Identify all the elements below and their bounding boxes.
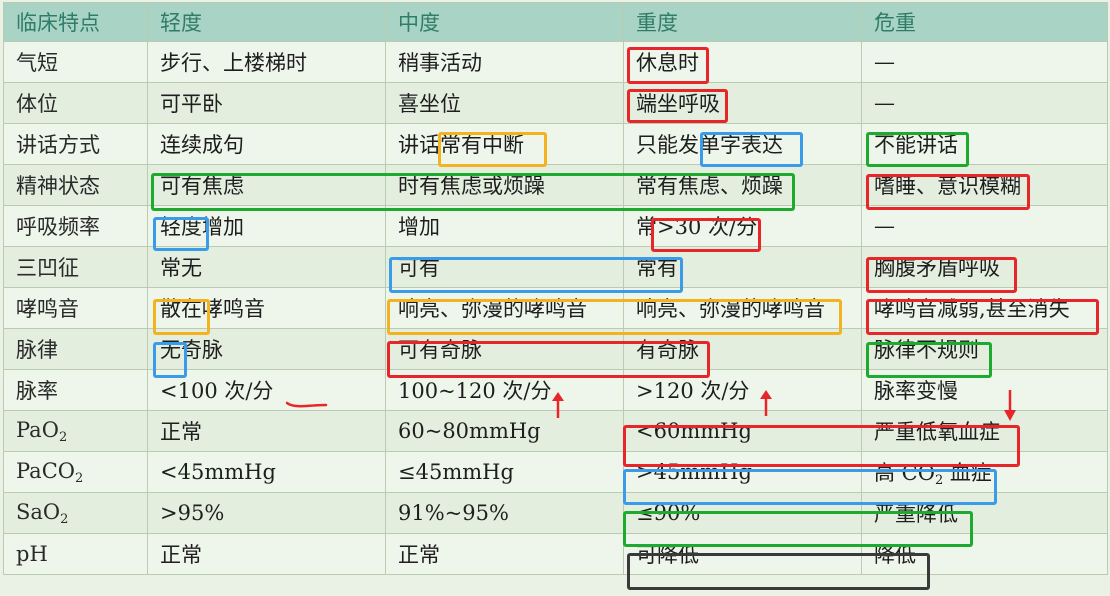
cell-mild: 连续成句 xyxy=(147,123,386,165)
cell-severe: <60mmHg xyxy=(623,410,862,452)
cell-severe: 有奇脉 xyxy=(623,328,862,370)
row-label-main: PaCO xyxy=(16,458,75,483)
cell-moderate: 可有奇脉 xyxy=(385,328,624,370)
row-label-subscript: 2 xyxy=(58,429,68,445)
critical-subscript: 2 xyxy=(934,472,944,488)
cell-severe: 常>30 次/分 xyxy=(623,205,862,247)
table-row: 哮鸣音 散在哮鸣音 响亮、弥漫的哮鸣音 响亮、弥漫的哮鸣音 哮鸣音减弱,甚至消失 xyxy=(3,287,1108,329)
asthma-severity-table-image: 临床特点 轻度 中度 重度 危重 气短 步行、上楼梯时 稍事活动 休息时 — 体… xyxy=(0,0,1110,596)
cell-moderate: 60~80mmHg xyxy=(385,410,624,452)
cell-moderate: 可有 xyxy=(385,246,624,288)
cell-mild: 常无 xyxy=(147,246,386,288)
cell-severe: 常有 xyxy=(623,246,862,288)
row-label: PaCO2 xyxy=(3,451,148,493)
row-label: 精神状态 xyxy=(3,164,148,206)
cell-moderate: 喜坐位 xyxy=(385,82,624,124)
cell-critical: 哮鸣音减弱,甚至消失 xyxy=(861,287,1108,329)
row-label: 脉率 xyxy=(3,369,148,411)
table-row: 讲话方式 连续成句 讲话常有中断 只能发单字表达 不能讲话 xyxy=(3,123,1108,165)
cell-moderate: 稍事活动 xyxy=(385,41,624,83)
cell-mild: 正常 xyxy=(147,410,386,452)
table-row: pH 正常 正常 可降低 降低 xyxy=(3,533,1108,575)
cell-critical: 严重低氧血症 xyxy=(861,410,1108,452)
cell-mild: <45mmHg xyxy=(147,451,386,493)
cell-critical: — xyxy=(861,205,1108,247)
cell-mild: 可平卧 xyxy=(147,82,386,124)
row-label: PaO2 xyxy=(3,410,148,452)
row-label: 呼吸频率 xyxy=(3,205,148,247)
table-row: PaO2 正常 60~80mmHg <60mmHg 严重低氧血症 xyxy=(3,410,1108,452)
row-label: 体位 xyxy=(3,82,148,124)
cell-mild: 轻度增加 xyxy=(147,205,386,247)
cell-critical: 脉律不规则 xyxy=(861,328,1108,370)
cell-critical: 高 CO2 血症 xyxy=(861,451,1108,493)
cell-critical: 不能讲话 xyxy=(861,123,1108,165)
cell-severe: 只能发单字表达 xyxy=(623,123,862,165)
cell-critical: — xyxy=(861,82,1108,124)
critical-post: 血症 xyxy=(943,460,992,485)
table-row: 脉率 <100 次/分 100~120 次/分 >120 次/分 脉率变慢 xyxy=(3,369,1108,411)
table-row: 体位 可平卧 喜坐位 端坐呼吸 — xyxy=(3,82,1108,124)
cell-mild: 正常 xyxy=(147,533,386,575)
row-label: 脉律 xyxy=(3,328,148,370)
cell-moderate: 91%~95% xyxy=(385,492,624,534)
row-label-subscript: 2 xyxy=(60,511,69,527)
header-mild: 轻度 xyxy=(147,2,386,42)
cell-moderate: 时有焦虑或烦躁 xyxy=(385,164,624,206)
row-label: 讲话方式 xyxy=(3,123,148,165)
table-row: 精神状态 可有焦虑 时有焦虑或烦躁 常有焦虑、烦躁 嗜睡、意识模糊 xyxy=(3,164,1108,206)
row-label: 气短 xyxy=(3,41,148,83)
cell-critical: 脉率变慢 xyxy=(861,369,1108,411)
cell-severe: 响亮、弥漫的哮鸣音 xyxy=(623,287,862,329)
row-label: 三凹征 xyxy=(3,246,148,288)
table-row: 脉律 无奇脉 可有奇脉 有奇脉 脉律不规则 xyxy=(3,328,1108,370)
table-row: SaO2 >95% 91%~95% ≤90% 严重降低 xyxy=(3,492,1108,534)
cell-critical: — xyxy=(861,41,1108,83)
cell-mild: >95% xyxy=(147,492,386,534)
cell-moderate: 讲话常有中断 xyxy=(385,123,624,165)
cell-moderate: 响亮、弥漫的哮鸣音 xyxy=(385,287,624,329)
cell-critical: 嗜睡、意识模糊 xyxy=(861,164,1108,206)
cell-severe: 休息时 xyxy=(623,41,862,83)
header-feature: 临床特点 xyxy=(3,2,148,42)
cell-moderate: ≤45mmHg xyxy=(385,451,624,493)
row-label-main: SaO xyxy=(16,499,61,524)
cell-severe: 端坐呼吸 xyxy=(623,82,862,124)
cell-critical: 胸腹矛盾呼吸 xyxy=(861,246,1108,288)
row-label-main: PaO xyxy=(16,417,59,442)
cell-mild: 散在哮鸣音 xyxy=(147,287,386,329)
cell-severe: >45mmHg xyxy=(623,451,862,493)
cell-critical: 严重降低 xyxy=(861,492,1108,534)
cell-severe: >120 次/分 xyxy=(623,369,862,411)
row-label: 哮鸣音 xyxy=(3,287,148,329)
table-row: 呼吸频率 轻度增加 增加 常>30 次/分 — xyxy=(3,205,1108,247)
cell-mild: <100 次/分 xyxy=(147,369,386,411)
row-label-subscript: 2 xyxy=(75,470,84,486)
header-severe: 重度 xyxy=(623,2,862,42)
cell-moderate: 100~120 次/分 xyxy=(385,369,624,411)
critical-pre: 高 CO xyxy=(874,460,935,485)
cell-critical: 降低 xyxy=(861,533,1108,575)
cell-mild: 可有焦虑 xyxy=(147,164,386,206)
cell-severe: 常有焦虑、烦躁 xyxy=(623,164,862,206)
cell-moderate: 增加 xyxy=(385,205,624,247)
cell-mild: 步行、上楼梯时 xyxy=(147,41,386,83)
header-row: 临床特点 轻度 中度 重度 危重 xyxy=(3,2,1108,42)
cell-mild: 无奇脉 xyxy=(147,328,386,370)
row-label: pH xyxy=(3,533,148,575)
table-row: 三凹征 常无 可有 常有 胸腹矛盾呼吸 xyxy=(3,246,1108,288)
severity-table: 临床特点 轻度 中度 重度 危重 气短 步行、上楼梯时 稍事活动 休息时 — 体… xyxy=(3,2,1108,575)
cell-severe: ≤90% xyxy=(623,492,862,534)
table-row: 气短 步行、上楼梯时 稍事活动 休息时 — xyxy=(3,41,1108,83)
cell-moderate: 正常 xyxy=(385,533,624,575)
header-critical: 危重 xyxy=(861,2,1108,42)
table-row: PaCO2 <45mmHg ≤45mmHg >45mmHg 高 CO2 血症 xyxy=(3,451,1108,493)
header-moderate: 中度 xyxy=(385,2,624,42)
row-label: SaO2 xyxy=(3,492,148,534)
cell-severe: 可降低 xyxy=(623,533,862,575)
